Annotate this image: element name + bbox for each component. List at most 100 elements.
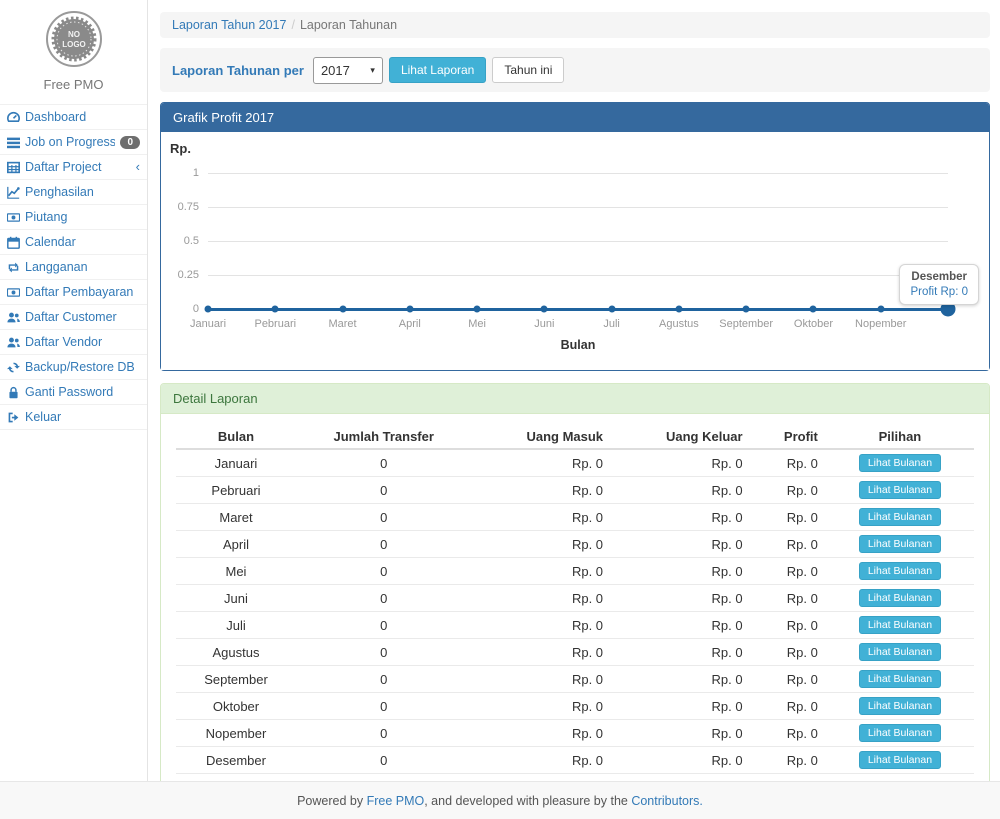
sidebar-item-calendar[interactable]: Calendar: [0, 229, 147, 254]
data-point-juli[interactable]: [608, 306, 615, 313]
table-row-mei: Mei0Rp. 0Rp. 0Rp. 0Lihat Bulanan: [176, 558, 974, 585]
lihat-bulanan-button-mei[interactable]: Lihat Bulanan: [859, 562, 941, 580]
lihat-bulanan-button-januari[interactable]: Lihat Bulanan: [859, 454, 941, 472]
lihat-bulanan-button-pebruari[interactable]: Lihat Bulanan: [859, 481, 941, 499]
year-select[interactable]: 2017 ▾: [313, 57, 383, 84]
sidebar-item-ganti-password[interactable]: Ganti Password: [0, 379, 147, 404]
data-point-mei[interactable]: [474, 306, 481, 313]
sidebar-item-langganan[interactable]: Langganan: [0, 254, 147, 279]
table-row-januari: Januari0Rp. 0Rp. 0Rp. 0Lihat Bulanan: [176, 449, 974, 477]
cell-bulan: Nopember: [176, 720, 296, 747]
sidebar-item-label: Dashboard: [25, 110, 140, 124]
cell-profit: Rp. 0: [751, 693, 826, 720]
x-axis-tick-label: September: [719, 318, 773, 330]
cell-profit: Rp. 0: [751, 612, 826, 639]
sidebar-item-daftar-vendor[interactable]: Daftar Vendor: [0, 329, 147, 354]
sidebar-item-daftar-pembayaran[interactable]: Daftar Pembayaran: [0, 279, 147, 304]
data-point-januari[interactable]: [205, 306, 212, 313]
cell-pilihan: Lihat Bulanan: [826, 477, 974, 504]
profit-chart-panel: Grafik Profit 2017 Rp. Desember Profit R…: [160, 102, 990, 371]
sidebar-item-daftar-customer[interactable]: Daftar Customer: [0, 304, 147, 329]
detail-laporan-panel: Detail Laporan BulanJumlah TransferUang …: [160, 383, 990, 782]
cell-pilihan: Lihat Bulanan: [826, 666, 974, 693]
money-icon: [7, 286, 20, 299]
chart-tooltip: Desember Profit Rp: 0: [899, 264, 979, 305]
report-filter-label: Laporan Tahunan per: [172, 63, 304, 78]
lihat-bulanan-button-agustus[interactable]: Lihat Bulanan: [859, 643, 941, 661]
profit-series-line: [208, 308, 948, 311]
cell-profit: Rp. 0: [751, 639, 826, 666]
footer-link-free-pmo[interactable]: Free PMO: [367, 794, 425, 808]
cell-bulan: September: [176, 666, 296, 693]
count-badge: 0: [120, 136, 140, 149]
x-axis-tick-label: Maret: [328, 318, 356, 330]
sidebar-item-label: Job on Progress: [25, 135, 115, 149]
sidebar-item-keluar[interactable]: Keluar: [0, 404, 147, 430]
sidebar-item-label: Calendar: [25, 235, 140, 249]
detail-laporan-panel-title: Detail Laporan: [161, 384, 989, 414]
sidebar-item-dashboard[interactable]: Dashboard: [0, 104, 147, 129]
page-footer: Powered by Free PMO, and developed with …: [0, 781, 1000, 819]
y-axis-tick-label: 0.5: [161, 235, 199, 247]
data-point-oktober[interactable]: [810, 306, 817, 313]
cell-jumlah-transfer: 0: [296, 558, 472, 585]
data-point-nopember[interactable]: [877, 306, 884, 313]
svg-text:LOGO: LOGO: [62, 40, 86, 49]
data-point-juni[interactable]: [541, 306, 548, 313]
profit-chart: Rp. Desember Profit Rp: 0 00.250.50.751J…: [161, 132, 989, 370]
lihat-bulanan-button-oktober[interactable]: Lihat Bulanan: [859, 697, 941, 715]
x-axis-tick-label: Juni: [534, 318, 554, 330]
cell-uang-keluar: Rp. 0: [611, 504, 751, 531]
breadcrumb-separator: /: [291, 18, 294, 32]
logo-box: NO LOGO Free PMO: [0, 0, 147, 96]
laporan-table: BulanJumlah TransferUang MasukUang Kelua…: [176, 424, 974, 782]
lihat-bulanan-button-april[interactable]: Lihat Bulanan: [859, 535, 941, 553]
sidebar-item-label: Daftar Project: [25, 160, 131, 174]
data-point-september[interactable]: [743, 306, 750, 313]
breadcrumb-link-laporan-tahun[interactable]: Laporan Tahun 2017: [172, 18, 286, 32]
profit-chart-panel-title: Grafik Profit 2017: [161, 103, 989, 132]
tahun-ini-button[interactable]: Tahun ini: [492, 57, 564, 83]
cell-pilihan: Lihat Bulanan: [826, 720, 974, 747]
lihat-laporan-button[interactable]: Lihat Laporan: [389, 57, 486, 83]
data-point-maret[interactable]: [339, 306, 346, 313]
cell-pilihan: Lihat Bulanan: [826, 504, 974, 531]
gauge-icon: [7, 111, 20, 124]
cell-jumlah-transfer: 0: [296, 531, 472, 558]
lihat-bulanan-button-desember[interactable]: Lihat Bulanan: [859, 751, 941, 769]
footer-link-contributors[interactable]: Contributors.: [631, 794, 703, 808]
brand-name: Free PMO: [0, 77, 147, 92]
table-row-pebruari: Pebruari0Rp. 0Rp. 0Rp. 0Lihat Bulanan: [176, 477, 974, 504]
cell-jumlah-transfer: 0: [296, 693, 472, 720]
data-point-pebruari[interactable]: [272, 306, 279, 313]
sidebar-item-label: Daftar Vendor: [25, 335, 140, 349]
y-axis-tick-label: 0.25: [161, 269, 199, 281]
lihat-bulanan-button-nopember[interactable]: Lihat Bulanan: [859, 724, 941, 742]
lihat-bulanan-button-juli[interactable]: Lihat Bulanan: [859, 616, 941, 634]
x-axis-tick-label: Agustus: [659, 318, 699, 330]
sidebar-item-backup-restore-db[interactable]: Backup/Restore DB: [0, 354, 147, 379]
lihat-bulanan-button-juni[interactable]: Lihat Bulanan: [859, 589, 941, 607]
lihat-bulanan-button-maret[interactable]: Lihat Bulanan: [859, 508, 941, 526]
cell-uang-masuk: Rp. 0: [471, 693, 611, 720]
cell-bulan: April: [176, 531, 296, 558]
cell-pilihan: Lihat Bulanan: [826, 639, 974, 666]
data-point-agustus[interactable]: [675, 306, 682, 313]
cell-pilihan: Lihat Bulanan: [826, 585, 974, 612]
x-axis-tick-label: Januari: [190, 318, 226, 330]
gridline: [208, 275, 948, 276]
table-row-nopember: Nopember0Rp. 0Rp. 0Rp. 0Lihat Bulanan: [176, 720, 974, 747]
lihat-bulanan-button-september[interactable]: Lihat Bulanan: [859, 670, 941, 688]
retweet-icon: [7, 261, 20, 274]
cell-jumlah-transfer: 0: [296, 449, 472, 477]
x-axis-tick-label: Mei: [468, 318, 486, 330]
table-row-agustus: Agustus0Rp. 0Rp. 0Rp. 0Lihat Bulanan: [176, 639, 974, 666]
cell-uang-keluar: Rp. 0: [611, 747, 751, 774]
sidebar-item-piutang[interactable]: Piutang: [0, 204, 147, 229]
sidebar-item-label: Penghasilan: [25, 185, 140, 199]
sidebar-item-daftar-project[interactable]: Daftar Project‹: [0, 154, 147, 179]
report-filter-bar: Laporan Tahunan per 2017 ▾ Lihat Laporan…: [160, 48, 990, 92]
data-point-april[interactable]: [406, 306, 413, 313]
sidebar-item-job-on-progress[interactable]: Job on Progress 0: [0, 129, 147, 154]
sidebar-item-penghasilan[interactable]: Penghasilan: [0, 179, 147, 204]
